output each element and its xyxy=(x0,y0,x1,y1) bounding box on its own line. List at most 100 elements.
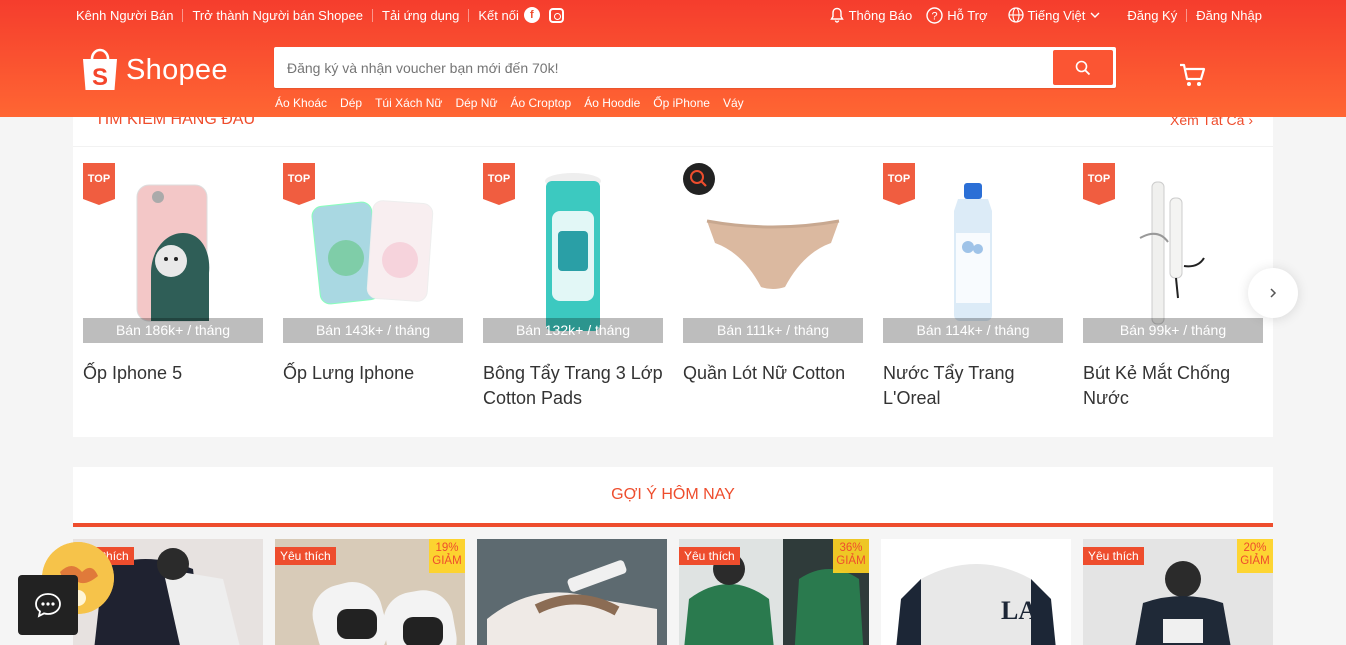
product-image: TOP Bán 99k+ / tháng xyxy=(1083,163,1263,343)
favorite-badge: Yêu thích xyxy=(1083,547,1144,565)
top-products: TOP Bán 186k+ / tháng Ốp Iphone 5 TOP Bá… xyxy=(83,163,1283,411)
svg-text:S: S xyxy=(92,64,108,91)
notifications-link[interactable]: Thông Báo xyxy=(829,7,913,23)
svg-text:?: ? xyxy=(932,10,938,22)
product-image: Bán 111k+ / tháng xyxy=(683,163,863,343)
top-navbar: Kênh Người Bán Trở thành Người bán Shope… xyxy=(76,0,1262,30)
product-card[interactable]: TOP Bán 114k+ / tháng Nước Tẩy Trang L'O… xyxy=(883,163,1063,411)
connect-label: Kết nối xyxy=(478,7,519,23)
product-card[interactable] xyxy=(477,539,667,645)
product-image: TOP Bán 186k+ / tháng xyxy=(83,163,263,343)
divider xyxy=(372,8,373,22)
product-image: TOP Bán 143k+ / tháng xyxy=(283,163,463,343)
search-icon xyxy=(1075,60,1091,75)
sold-count: Bán 111k+ / tháng xyxy=(683,318,863,343)
micellar-water-image xyxy=(954,183,992,321)
search-bar xyxy=(274,47,1116,88)
product-image: TOP Bán 132k+ / tháng xyxy=(483,163,663,343)
product-image: TOP Bán 114k+ / tháng xyxy=(883,163,1063,343)
product-card[interactable]: Bán 111k+ / tháng Quần Lót Nữ Cotton xyxy=(683,163,863,411)
search-button[interactable] xyxy=(1053,50,1113,85)
carousel-next-button[interactable] xyxy=(1248,268,1298,318)
search-icon xyxy=(683,163,715,195)
bell-icon xyxy=(829,7,844,23)
product-name: Bông Tẩy Trang 3 Lớp Cotton Pads xyxy=(483,363,663,408)
top-badge: TOP xyxy=(1083,163,1115,205)
suggestion-item[interactable]: Áo Khoác xyxy=(275,96,327,110)
login-link[interactable]: Đăng Nhập xyxy=(1196,8,1262,23)
chat-button[interactable] xyxy=(18,575,78,635)
cotton-pads-image xyxy=(545,172,601,331)
sold-count: Bán 132k+ / tháng xyxy=(483,318,663,343)
daily-discover-header[interactable]: GỢI Ý HÔM NAY xyxy=(73,467,1273,527)
top-badge: TOP xyxy=(483,163,515,205)
suggestion-item[interactable]: Áo Croptop xyxy=(511,96,572,110)
logo-text: Shopee xyxy=(126,53,228,86)
top-badge: TOP xyxy=(83,163,115,205)
phone-case-image xyxy=(311,200,434,305)
product-card[interactable]: TOP Bán 132k+ / tháng Bông Tẩy Trang 3 L… xyxy=(483,163,663,411)
discount-percent: 19% xyxy=(435,542,459,554)
suggestion-item[interactable]: Áo Hoodie xyxy=(584,96,640,110)
instagram-icon[interactable] xyxy=(548,7,564,23)
eyeliner-image xyxy=(1139,181,1205,325)
top-badge: TOP xyxy=(883,163,915,205)
divider xyxy=(468,8,470,22)
sold-count: Bán 143k+ / tháng xyxy=(283,318,463,343)
product-card[interactable]: LA xyxy=(881,539,1071,645)
product-card[interactable]: Yêu thích 20% GIẢM xyxy=(1083,539,1273,645)
product-image xyxy=(477,539,667,645)
language-label: Tiếng Việt xyxy=(1027,7,1086,23)
top-search-section: TÌM KIẾM HÀNG ĐẦU Xem Tất Cả › TOP Bán 1… xyxy=(73,93,1273,437)
shopee-logo[interactable]: S Shopee xyxy=(80,45,230,95)
become-seller-link[interactable]: Trở thành Người bán Shopee xyxy=(192,8,363,23)
daily-discover-title: GỢI Ý HÔM NAY xyxy=(611,486,735,503)
language-selector[interactable]: Tiếng Việt xyxy=(1007,7,1106,23)
suggestion-item[interactable]: Dép Nữ xyxy=(455,96,497,110)
shopee-bag-icon: S xyxy=(83,48,117,91)
suggestion-item[interactable]: Dép xyxy=(340,96,362,110)
product-name: Ốp Lưng Iphone xyxy=(283,363,415,383)
search-suggestions: Áo Khoác Dép Túi Xách Nữ Dép Nữ Áo Cropt… xyxy=(275,96,757,110)
sold-count: Bán 114k+ / tháng xyxy=(883,318,1063,343)
help-label: Hỗ Trợ xyxy=(947,7,988,23)
divider xyxy=(182,8,184,22)
discount-badge: 19% GIẢM xyxy=(429,539,465,573)
product-card[interactable]: Yêu thích 36% GIẢM xyxy=(679,539,869,645)
discount-badge: 36% GIẢM xyxy=(833,539,869,573)
notifications-label: Thông Báo xyxy=(848,7,913,23)
facebook-icon[interactable]: f xyxy=(523,7,540,23)
product-name: Bút Kẻ Mắt Chống Nước xyxy=(1083,363,1231,408)
badge-label: TOP xyxy=(87,173,111,185)
svg-text:LA: LA xyxy=(1001,596,1037,625)
register-link[interactable]: Đăng Ký xyxy=(1127,8,1177,23)
product-card[interactable]: TOP Bán 99k+ / tháng Bút Kẻ Mắt Chống Nư… xyxy=(1083,163,1263,411)
cart-icon[interactable] xyxy=(1178,61,1206,89)
product-image: LA xyxy=(881,539,1071,645)
seller-center-link[interactable]: Kênh Người Bán xyxy=(76,8,173,23)
suggestion-item[interactable]: Ốp iPhone xyxy=(653,96,710,110)
download-app-link[interactable]: Tải ứng dụng xyxy=(382,8,459,23)
badge-label: TOP xyxy=(1087,173,1111,185)
product-card[interactable]: TOP Bán 186k+ / tháng Ốp Iphone 5 xyxy=(83,163,263,411)
top-badge: TOP xyxy=(283,163,315,205)
badge-label: TOP xyxy=(887,173,911,185)
discount-label: GIẢM xyxy=(432,555,462,567)
suggestion-item[interactable]: Túi Xách Nữ xyxy=(375,96,442,110)
help-link[interactable]: ? Hỗ Trợ xyxy=(926,6,988,24)
product-name: Ốp Iphone 5 xyxy=(83,363,183,383)
suggestion-item[interactable]: Váy xyxy=(723,96,744,110)
discount-label: GIẢM xyxy=(1240,555,1270,567)
product-name: Quần Lót Nữ Cotton xyxy=(683,363,846,383)
search-input[interactable] xyxy=(277,50,1053,85)
discount-percent: 36% xyxy=(839,542,863,554)
badge-label: TOP xyxy=(287,173,311,185)
discount-badge: 20% GIẢM xyxy=(1237,539,1273,573)
product-card[interactable]: TOP Bán 143k+ / tháng Ốp Lưng Iphone xyxy=(283,163,463,411)
discount-label: GIẢM xyxy=(836,555,866,567)
sold-count: Bán 99k+ / tháng xyxy=(1083,318,1263,343)
chevron-down-icon xyxy=(1090,12,1100,18)
globe-icon xyxy=(1007,7,1024,23)
product-name: Nước Tẩy Trang L'Oreal xyxy=(883,363,1015,408)
product-card[interactable]: Yêu thích 19% GIẢM xyxy=(275,539,465,645)
